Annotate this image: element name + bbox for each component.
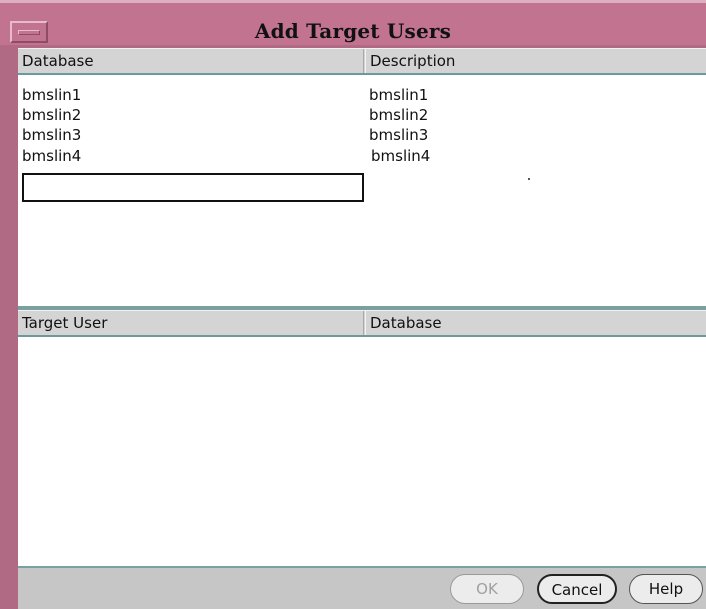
database-entry-input[interactable] — [22, 173, 364, 202]
ok-button[interactable]: OK — [450, 574, 524, 604]
description-cell: bmslin3 — [369, 126, 429, 144]
database-cell: bmslin3 — [22, 126, 82, 144]
column-header-target-user[interactable]: Target User — [18, 311, 364, 335]
database-cell: bmslin4 — [22, 147, 82, 165]
top-table-header: Database Description — [18, 48, 706, 75]
cancel-button[interactable]: Cancel — [537, 574, 617, 604]
stray-pixel — [528, 178, 530, 180]
bottom-table-header: Target User Database — [18, 310, 706, 337]
bottom-table-body[interactable] — [18, 337, 706, 566]
column-header-description[interactable]: Description — [365, 49, 706, 73]
window-title: Add Target Users — [254, 19, 452, 43]
column-header-target-database[interactable]: Database — [365, 311, 706, 335]
help-button[interactable]: Help — [629, 574, 703, 604]
column-header-database[interactable]: Database — [18, 49, 364, 73]
add-target-users-dialog: Add Target Users Database Description bm… — [0, 0, 706, 609]
title-bar[interactable]: Add Target Users — [0, 0, 706, 45]
database-cell: bmslin2 — [22, 106, 82, 124]
dialog-client-area: Database Description bmslin1 bmslin1 bms… — [18, 48, 706, 609]
description-cell: bmslin2 — [369, 106, 429, 124]
button-bar: OK Cancel Help — [18, 566, 706, 609]
description-cell: bmslin4 — [371, 147, 431, 165]
database-cell: bmslin1 — [22, 86, 82, 104]
description-cell: bmslin1 — [369, 86, 429, 104]
